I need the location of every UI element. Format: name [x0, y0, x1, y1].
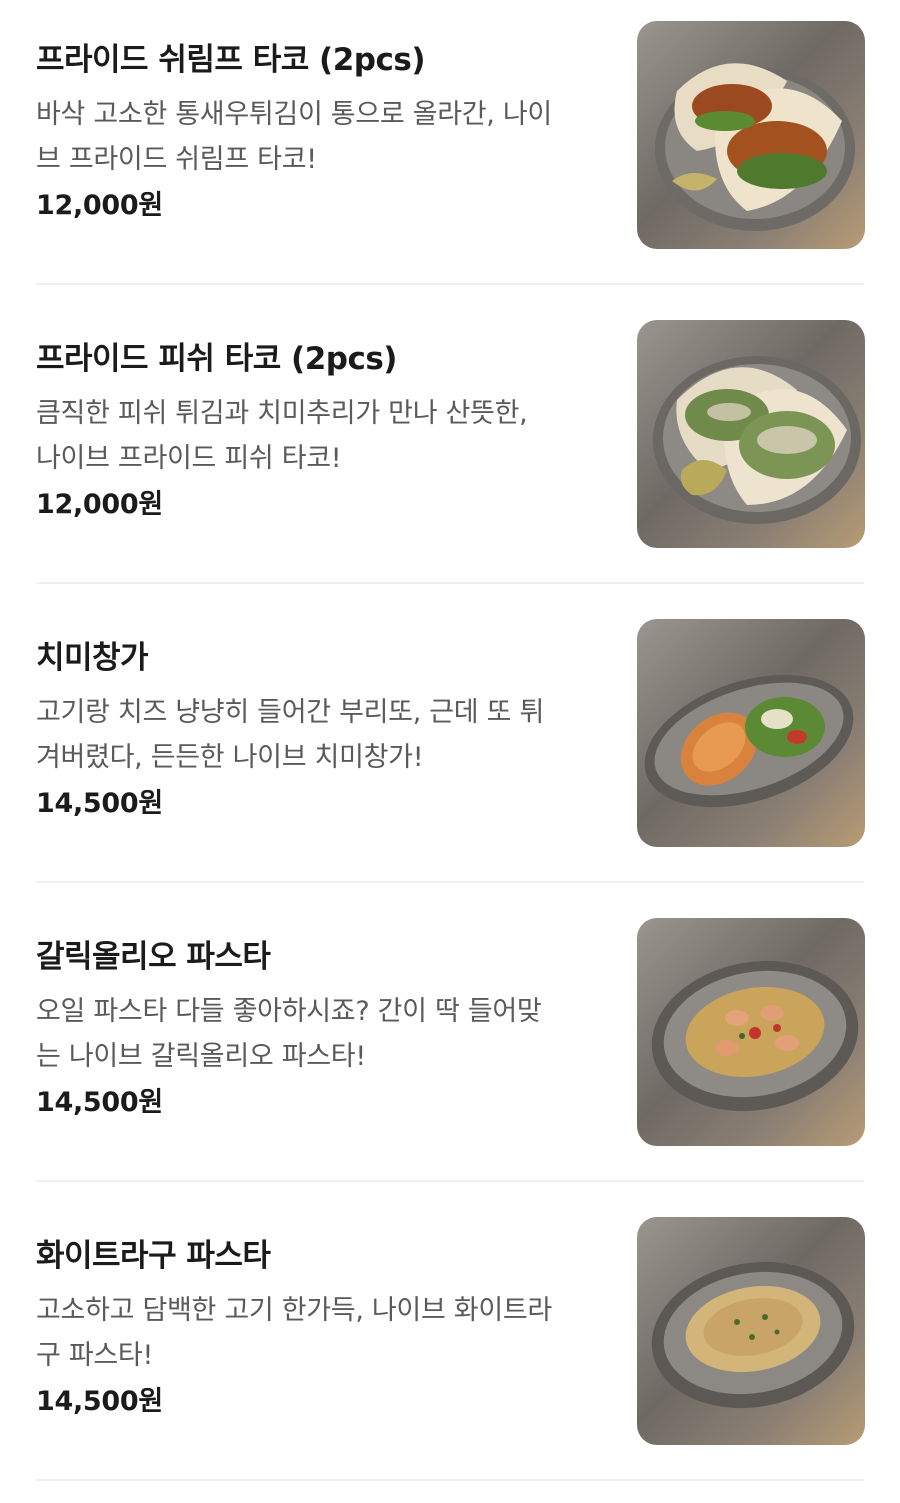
description-line: 고소하고 담백한 고기 한가득, 나이브 화이트라 — [36, 1295, 552, 1326]
menu-item-fish-taco[interactable]: 프라이드 피쉬 타코 (2pcs) 큼직한 피쉬 튀김과 치미추리가 만나 산뜻… — [0, 299, 900, 598]
menu-item-shrimp-taco[interactable]: 프라이드 쉬림프 타코 (2pcs) 바삭 고소한 통새우튀김이 통으로 올라간… — [0, 0, 900, 299]
divider — [36, 1180, 864, 1182]
chimichanga-photo[interactable] — [637, 619, 865, 847]
description-line: 고기랑 치즈 냥냥히 들어간 부리또, 근데 또 튀 — [36, 697, 544, 728]
menu-item-text: 치미창가 고기랑 치즈 냥냥히 들어간 부리또, 근데 또 튀 겨버렸다, 든든… — [36, 636, 616, 824]
garlic-olio-pasta-photo[interactable] — [637, 918, 865, 1146]
shrimp-taco-photo[interactable] — [637, 21, 865, 249]
menu-item-name: 프라이드 쉬림프 타코 (2pcs) — [36, 42, 425, 78]
menu-item-text: 프라이드 쉬림프 타코 (2pcs) 바삭 고소한 통새우튀김이 통으로 올라간… — [36, 38, 616, 226]
divider — [36, 582, 864, 584]
menu-item-price: 12,000원 — [36, 190, 163, 221]
description-line: 큼직한 피쉬 튀김과 치미추리가 만나 산뜻한, — [36, 398, 528, 429]
description-line: 오일 파스타 다들 좋아하시죠? 간이 딱 들어맞 — [36, 996, 542, 1027]
menu-item-description: 바삭 고소한 통새우튀김이 통으로 올라간, 나이 브 프라이드 쉬림프 타코! — [36, 92, 616, 182]
chimichanga-illustration — [644, 674, 854, 808]
menu-item-price: 12,000원 — [36, 489, 163, 520]
menu-list: 프라이드 쉬림프 타코 (2pcs) 바삭 고소한 통새우튀김이 통으로 올라간… — [0, 0, 900, 1495]
description-line: 나이브 프라이드 피쉬 타코! — [36, 443, 342, 474]
menu-item-name: 갈릭올리오 파스타 — [36, 939, 271, 975]
menu-item-name: 프라이드 피쉬 타코 (2pcs) — [36, 341, 397, 377]
fish-taco-illustration — [653, 356, 861, 524]
white-ragu-pasta-illustration — [651, 1261, 855, 1409]
description-line: 겨버렸다, 든든한 나이브 치미창가! — [36, 742, 424, 773]
menu-item-white-ragu-pasta[interactable]: 화이트라구 파스타 고소하고 담백한 고기 한가득, 나이브 화이트라 구 파스… — [0, 1196, 900, 1495]
menu-item-description: 큼직한 피쉬 튀김과 치미추리가 만나 산뜻한, 나이브 프라이드 피쉬 타코! — [36, 391, 616, 481]
description-line: 브 프라이드 쉬림프 타코! — [36, 144, 317, 175]
description-line: 바삭 고소한 통새우튀김이 통으로 올라간, 나이 — [36, 99, 552, 130]
white-ragu-pasta-photo[interactable] — [637, 1217, 865, 1445]
menu-item-price: 14,500원 — [36, 1386, 163, 1417]
menu-item-name: 화이트라구 파스타 — [36, 1238, 271, 1274]
menu-item-price: 14,500원 — [36, 1087, 163, 1118]
description-line: 구 파스타! — [36, 1340, 153, 1371]
divider — [36, 881, 864, 883]
description-line: 는 나이브 갈릭올리오 파스타! — [36, 1041, 366, 1072]
menu-item-price: 14,500원 — [36, 788, 163, 819]
shrimp-taco-illustration — [655, 63, 855, 231]
divider — [36, 283, 864, 285]
menu-item-text: 화이트라구 파스타 고소하고 담백한 고기 한가득, 나이브 화이트라 구 파스… — [36, 1234, 616, 1422]
fish-taco-photo[interactable] — [637, 320, 865, 548]
menu-item-text: 프라이드 피쉬 타코 (2pcs) 큼직한 피쉬 튀김과 치미추리가 만나 산뜻… — [36, 337, 616, 525]
menu-item-description: 고소하고 담백한 고기 한가득, 나이브 화이트라 구 파스타! — [36, 1288, 616, 1378]
menu-item-name: 치미창가 — [36, 640, 149, 676]
menu-item-description: 고기랑 치즈 냥냥히 들어간 부리또, 근데 또 튀 겨버렸다, 든든한 나이브… — [36, 690, 616, 780]
garlic-olio-pasta-illustration — [651, 960, 859, 1112]
menu-item-description: 오일 파스타 다들 좋아하시죠? 간이 딱 들어맞 는 나이브 갈릭올리오 파스… — [36, 989, 616, 1079]
menu-item-chimichanga[interactable]: 치미창가 고기랑 치즈 냥냥히 들어간 부리또, 근데 또 튀 겨버렸다, 든든… — [0, 598, 900, 897]
divider — [36, 1479, 864, 1481]
menu-item-garlic-olio-pasta[interactable]: 갈릭올리오 파스타 오일 파스타 다들 좋아하시죠? 간이 딱 들어맞 는 나이… — [0, 897, 900, 1196]
menu-item-text: 갈릭올리오 파스타 오일 파스타 다들 좋아하시죠? 간이 딱 들어맞 는 나이… — [36, 935, 616, 1123]
